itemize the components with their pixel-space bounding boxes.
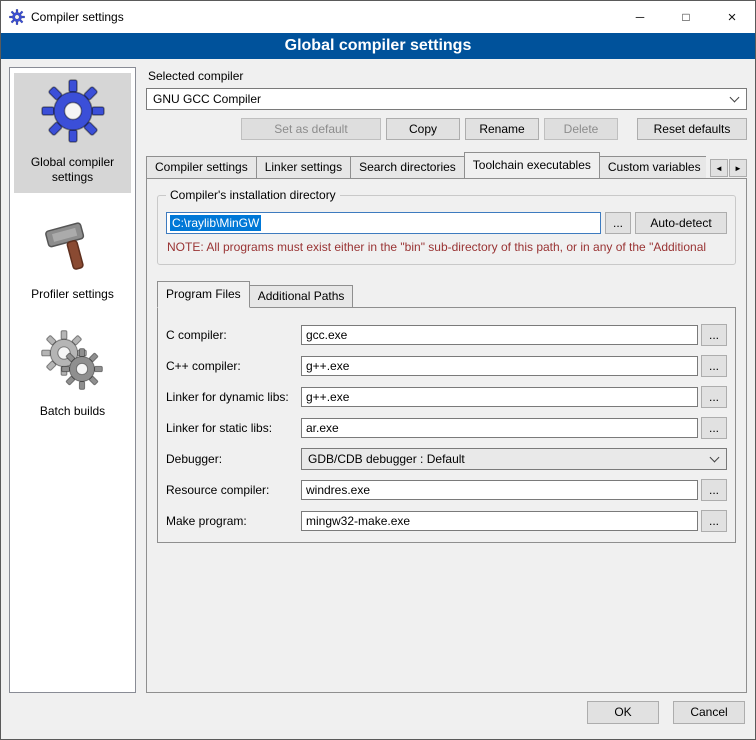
tab-scroll-right-icon[interactable]: ► — [729, 159, 747, 177]
tab-scroll-buttons: ◄ ► — [710, 159, 747, 177]
batch-builds-icon — [41, 328, 105, 392]
tab-search-directories[interactable]: Search directories — [350, 156, 465, 178]
window-controls: ─ □ × — [617, 1, 755, 33]
titlebar: Compiler settings ─ □ × — [1, 1, 755, 33]
linker-dynamic-label: Linker for dynamic libs: — [166, 390, 298, 404]
installation-directory-row: C:\raylib\MinGW ... Auto-detect — [166, 212, 727, 234]
auto-detect-button[interactable]: Auto-detect — [635, 212, 727, 234]
sidebar-item-label: Profiler settings — [31, 287, 114, 302]
cpp-compiler-input[interactable] — [301, 356, 698, 376]
compiler-settings-window: Compiler settings ─ □ × Global compiler … — [0, 0, 756, 740]
make-program-browse-button[interactable]: ... — [701, 510, 727, 532]
program-files-panel: C compiler: ... C++ compiler: ... Linker… — [157, 307, 736, 543]
ok-button[interactable]: OK — [587, 701, 659, 724]
linker-dynamic-input[interactable] — [301, 387, 698, 407]
linker-static-input[interactable] — [301, 418, 698, 438]
linker-static-row: Linker for static libs: ... — [166, 417, 727, 439]
rename-button[interactable]: Rename — [465, 118, 539, 140]
linker-static-browse-button[interactable]: ... — [701, 417, 727, 439]
close-button[interactable]: × — [709, 1, 755, 33]
copy-button[interactable]: Copy — [386, 118, 460, 140]
program-tabbar: Program Files Additional Paths — [157, 281, 736, 307]
chevron-down-icon — [710, 452, 720, 462]
main-tabbar: Compiler settings Linker settings Search… — [146, 152, 747, 178]
c-compiler-row: C compiler: ... — [166, 324, 727, 346]
cancel-button[interactable]: Cancel — [673, 701, 745, 724]
resource-compiler-label: Resource compiler: — [166, 483, 298, 497]
tab-custom-variables[interactable]: Custom variables — [599, 156, 706, 178]
debugger-row: Debugger: GDB/CDB debugger : Default — [166, 448, 727, 470]
tab-toolchain-executables[interactable]: Toolchain executables — [464, 152, 600, 178]
tab-program-files[interactable]: Program Files — [157, 281, 250, 308]
sidebar-item-batch-builds[interactable]: Batch builds — [14, 322, 131, 427]
make-program-row: Make program: ... — [166, 510, 727, 532]
cpp-compiler-row: C++ compiler: ... — [166, 355, 727, 377]
reset-defaults-button[interactable]: Reset defaults — [637, 118, 747, 140]
tab-scroll-left-icon[interactable]: ◄ — [710, 159, 728, 177]
cpp-compiler-browse-button[interactable]: ... — [701, 355, 727, 377]
selected-compiler-label: Selected compiler — [148, 69, 747, 83]
selected-compiler-value: GNU GCC Compiler — [153, 92, 261, 106]
cpp-compiler-label: C++ compiler: — [166, 359, 298, 373]
linker-dynamic-browse-button[interactable]: ... — [701, 386, 727, 408]
c-compiler-label: C compiler: — [166, 328, 298, 342]
linker-dynamic-row: Linker for dynamic libs: ... — [166, 386, 727, 408]
minimize-button[interactable]: ─ — [617, 1, 663, 33]
dialog-body: Global compiler settings Profiler settin… — [1, 59, 755, 695]
note-text: NOTE: All programs must exist either in … — [167, 240, 726, 254]
debugger-label: Debugger: — [166, 452, 298, 466]
tab-compiler-settings[interactable]: Compiler settings — [146, 156, 257, 178]
sidebar-item-label: Global compiler settings — [16, 155, 129, 185]
maximize-button[interactable]: □ — [663, 1, 709, 33]
tab-strip: Compiler settings Linker settings Search… — [146, 152, 706, 178]
toolchain-executables-panel: Compiler's installation directory C:\ray… — [146, 178, 747, 693]
debugger-value: GDB/CDB debugger : Default — [308, 452, 465, 466]
installation-directory-group: Compiler's installation directory C:\ray… — [157, 195, 736, 265]
debugger-select[interactable]: GDB/CDB debugger : Default — [301, 448, 727, 470]
browse-directory-button[interactable]: ... — [605, 212, 631, 234]
make-program-input[interactable] — [301, 511, 698, 531]
tab-linker-settings[interactable]: Linker settings — [256, 156, 351, 178]
sidebar-item-profiler-settings[interactable]: Profiler settings — [14, 205, 131, 310]
tab-additional-paths[interactable]: Additional Paths — [249, 285, 354, 307]
installation-directory-value: C:\raylib\MinGW — [170, 215, 261, 231]
compiler-buttons-row: Set as default Copy Rename Delete Reset … — [146, 118, 747, 140]
sidebar-item-global-compiler-settings[interactable]: Global compiler settings — [14, 73, 131, 193]
dialog-footer: OK Cancel — [1, 695, 755, 739]
profiler-icon — [41, 211, 105, 275]
delete-button[interactable]: Delete — [544, 118, 618, 140]
resource-compiler-input[interactable] — [301, 480, 698, 500]
gear-icon — [41, 79, 105, 143]
selected-compiler-combobox[interactable]: GNU GCC Compiler — [146, 88, 747, 110]
chevron-down-icon — [730, 92, 740, 102]
c-compiler-input[interactable] — [301, 325, 698, 345]
sidebar-item-label: Batch builds — [40, 404, 105, 419]
main-panel: Selected compiler GNU GCC Compiler Set a… — [146, 67, 747, 693]
resource-compiler-browse-button[interactable]: ... — [701, 479, 727, 501]
window-title: Compiler settings — [31, 10, 124, 24]
sidebar: Global compiler settings Profiler settin… — [9, 67, 136, 693]
set-as-default-button[interactable]: Set as default — [241, 118, 381, 140]
page-title: Global compiler settings — [1, 33, 755, 59]
resource-compiler-row: Resource compiler: ... — [166, 479, 727, 501]
app-icon — [9, 9, 25, 25]
installation-directory-label: Compiler's installation directory — [166, 188, 340, 202]
installation-directory-input[interactable]: C:\raylib\MinGW — [166, 212, 601, 234]
linker-static-label: Linker for static libs: — [166, 421, 298, 435]
c-compiler-browse-button[interactable]: ... — [701, 324, 727, 346]
make-program-label: Make program: — [166, 514, 298, 528]
